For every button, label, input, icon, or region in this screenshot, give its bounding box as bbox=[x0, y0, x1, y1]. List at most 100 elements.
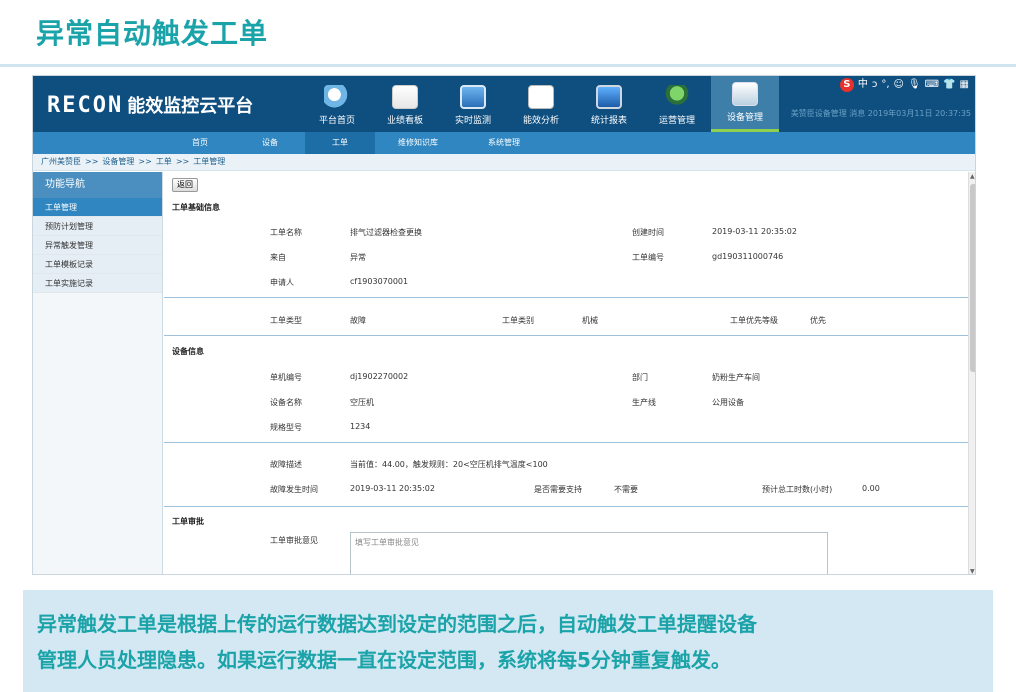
punctuation-icon[interactable]: °, bbox=[881, 78, 889, 92]
breadcrumb-item[interactable]: 广州美赞臣 bbox=[41, 157, 81, 166]
platform-name: 能效监控云平台 bbox=[127, 96, 254, 117]
breadcrumb-separator: >> bbox=[85, 157, 99, 166]
toolbox-icon[interactable]: ▦ bbox=[960, 78, 969, 92]
sidebar-item-templates[interactable]: 工单模板记录 bbox=[33, 255, 162, 274]
bar-chart-board-icon bbox=[528, 85, 554, 109]
top-nav-analysis[interactable]: 能效分析 bbox=[507, 76, 575, 132]
priority-value: 优先 bbox=[810, 316, 826, 325]
slide-title: 异常自动触发工单 bbox=[36, 17, 269, 50]
skin-icon[interactable]: 👕 bbox=[943, 78, 955, 92]
category-label: 工单类别 bbox=[502, 316, 534, 325]
top-nav-device-management[interactable]: 设备管理 bbox=[711, 76, 779, 132]
device-info-header: 设备信息 bbox=[172, 347, 204, 356]
keyboard-icon[interactable]: ⌨ bbox=[925, 78, 939, 92]
microphone-icon[interactable]: 🎙 bbox=[908, 78, 921, 92]
section-divider bbox=[164, 335, 968, 336]
title-divider bbox=[0, 64, 1016, 67]
source-value: 异常 bbox=[350, 253, 366, 262]
model-label: 规格型号 bbox=[270, 423, 302, 432]
ime-tray: S 中 ɔ °, ☺ 🎙 ⌨ 👕 ▦ bbox=[791, 78, 969, 92]
top-nav-monitoring[interactable]: 实时监测 bbox=[439, 76, 507, 132]
breadcrumb-separator: >> bbox=[138, 157, 152, 166]
work-order-detail: 返回 工单基础信息 工单名称 排气过滤器检查更换 创建时间 2019-03-11… bbox=[164, 172, 968, 574]
fault-time-label: 故障发生时间 bbox=[270, 485, 318, 494]
top-nav-reports[interactable]: 统计报表 bbox=[575, 76, 643, 132]
top-nav-operations[interactable]: 运营管理 bbox=[643, 76, 711, 132]
top-nav-label: 设备管理 bbox=[726, 113, 763, 123]
emoji-icon[interactable]: ☺ bbox=[894, 78, 904, 92]
top-nav-home[interactable]: 平台首页 bbox=[303, 76, 371, 132]
approval-label: 工单审批意见 bbox=[270, 536, 318, 545]
sidebar-item-preventive-plan[interactable]: 预防计划管理 bbox=[33, 217, 162, 236]
top-nav-label: 统计报表 bbox=[590, 116, 627, 126]
caption-line: 异常触发工单是根据上传的运行数据达到设定的范围之后，自动触发工单提醒设备 bbox=[37, 612, 757, 636]
section-divider bbox=[164, 506, 968, 507]
model-value: 1234 bbox=[350, 422, 371, 431]
sogou-icon[interactable]: S bbox=[839, 78, 854, 92]
dept-label: 部门 bbox=[632, 373, 648, 382]
device-no-value: dj1902270002 bbox=[350, 372, 409, 381]
source-label: 来自 bbox=[270, 253, 286, 262]
approval-textarea[interactable]: 填写工单审批意见 bbox=[350, 532, 828, 574]
line-label: 生产线 bbox=[632, 398, 656, 407]
sub-nav-system[interactable]: 系统管理 bbox=[461, 132, 547, 154]
sub-nav-knowledge-base[interactable]: 维修知识库 bbox=[375, 132, 461, 154]
breadcrumb-item[interactable]: 工单管理 bbox=[193, 157, 225, 166]
created-label: 创建时间 bbox=[632, 228, 664, 237]
breadcrumb-item[interactable]: 设备管理 bbox=[102, 157, 134, 166]
device-no-label: 单机编号 bbox=[270, 373, 302, 382]
priority-label: 工单优先等级 bbox=[730, 316, 778, 325]
created-value: 2019-03-11 20:35:02 bbox=[712, 227, 797, 236]
app-logo[interactable]: RECON 能效监控云平台 bbox=[47, 92, 253, 118]
section-divider bbox=[164, 442, 968, 443]
breadcrumb-item[interactable]: 工单 bbox=[156, 157, 172, 166]
scroll-down-icon[interactable]: ▼ bbox=[970, 568, 975, 574]
hours-value: 0.00 bbox=[862, 484, 880, 493]
sidebar-header: 功能导航 bbox=[33, 172, 162, 198]
breadcrumb: 广州美赞臣 >> 设备管理 >> 工单 >> 工单管理 bbox=[33, 154, 975, 171]
approval-header: 工单审批 bbox=[172, 517, 204, 526]
content-scrollbar[interactable]: ▲ ▼ bbox=[968, 172, 975, 574]
device-server-icon bbox=[732, 82, 758, 106]
chinese-mode-icon[interactable]: 中 bbox=[858, 78, 868, 92]
basic-info-header: 工单基础信息 bbox=[172, 203, 220, 212]
top-nav-label: 业绩看板 bbox=[386, 116, 423, 126]
user-info: 美赞臣设备管理 消息 2019年03月11日 20:37:35 bbox=[790, 109, 971, 118]
scroll-up-icon[interactable]: ▲ bbox=[970, 173, 975, 180]
top-nav-label: 能效分析 bbox=[522, 116, 559, 126]
applicant-label: 申请人 bbox=[270, 278, 294, 287]
moon-icon[interactable]: ɔ bbox=[872, 78, 878, 92]
globe-magnifier-icon bbox=[324, 85, 350, 109]
sidebar-item-anomaly-trigger[interactable]: 异常触发管理 bbox=[33, 236, 162, 255]
type-label: 工单类型 bbox=[270, 316, 302, 325]
sub-nav-home[interactable]: 首页 bbox=[165, 132, 235, 154]
sidebar-item-work-orders[interactable]: 工单管理 bbox=[33, 198, 162, 217]
type-value: 故障 bbox=[350, 316, 366, 325]
sub-nav-devices[interactable]: 设备 bbox=[235, 132, 305, 154]
document-chart-icon bbox=[392, 85, 418, 109]
top-nav: 平台首页 业绩看板 实时监测 能效分析 统计报表 运营管理 设备管理 bbox=[303, 76, 779, 132]
sidebar: 功能导航 工单管理 预防计划管理 异常触发管理 工单模板记录 工单实施记录 bbox=[33, 172, 163, 574]
name-value: 排气过滤器检查更换 bbox=[350, 228, 422, 237]
top-nav-label: 实时监测 bbox=[454, 116, 491, 126]
number-value: gd190311000746 bbox=[712, 252, 784, 261]
device-name-value: 空压机 bbox=[350, 398, 374, 407]
top-nav-dashboard[interactable]: 业绩看板 bbox=[371, 76, 439, 132]
device-name-label: 设备名称 bbox=[270, 398, 302, 407]
sub-nav: 首页 设备 工单 维修知识库 系统管理 bbox=[33, 132, 975, 154]
hours-label: 预计总工时数(小时) bbox=[762, 485, 833, 494]
number-label: 工单编号 bbox=[632, 253, 664, 262]
support-value: 不需要 bbox=[614, 485, 638, 494]
category-value: 机械 bbox=[582, 316, 598, 325]
person-gear-icon bbox=[664, 85, 690, 109]
fault-time-value: 2019-03-11 20:35:02 bbox=[350, 484, 435, 493]
back-button[interactable]: 返回 bbox=[172, 178, 198, 192]
scrollbar-thumb[interactable] bbox=[970, 184, 975, 372]
brand-name: RECON bbox=[47, 93, 124, 118]
breadcrumb-separator: >> bbox=[175, 157, 190, 166]
section-divider bbox=[164, 297, 968, 298]
applicant-value: cf1903070001 bbox=[350, 277, 409, 286]
header-right: S 中 ɔ °, ☺ 🎙 ⌨ 👕 ▦ 美赞臣设备管理 消息 2019年03月11… bbox=[791, 78, 971, 119]
sub-nav-work-orders[interactable]: 工单 bbox=[305, 132, 375, 154]
sidebar-item-implementation[interactable]: 工单实施记录 bbox=[33, 274, 162, 293]
